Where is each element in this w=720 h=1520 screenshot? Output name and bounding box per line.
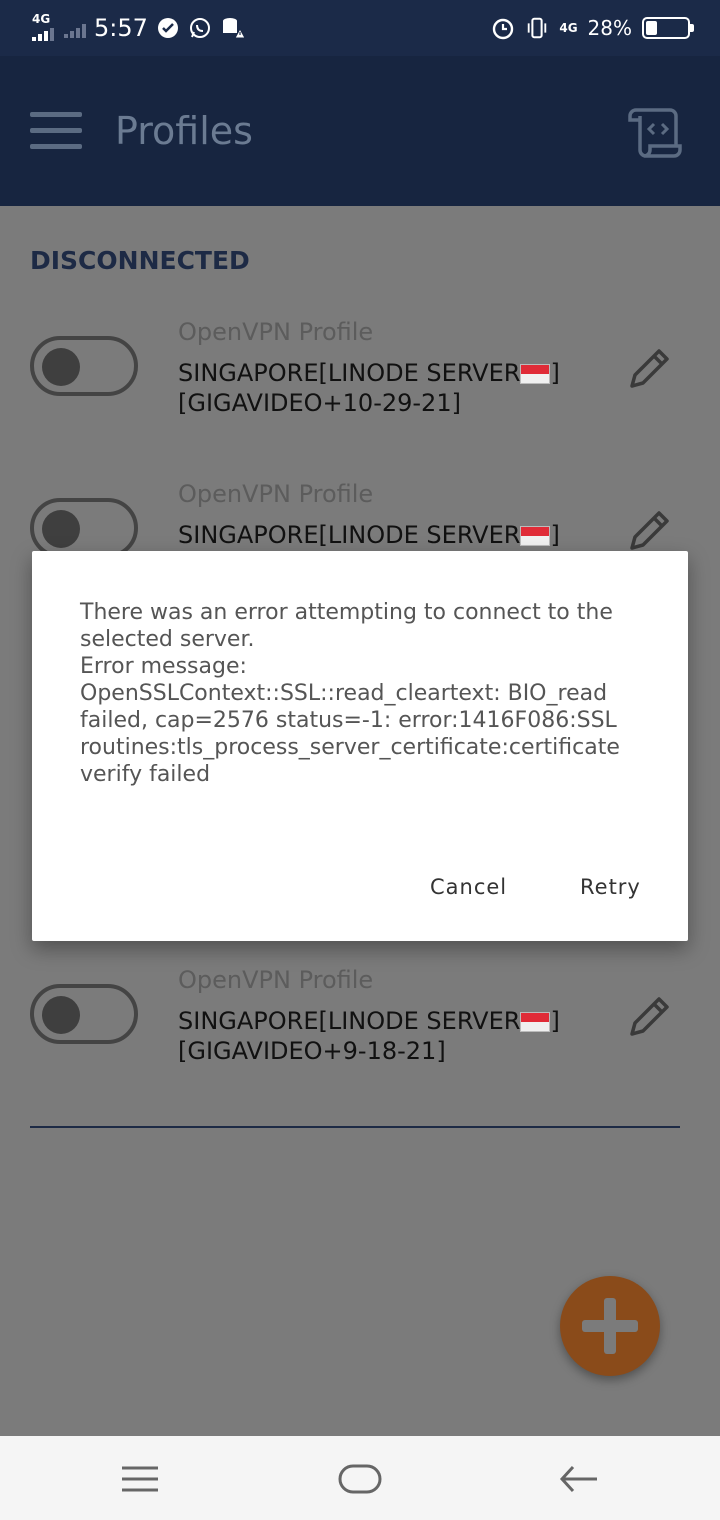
profile-name: SINGAPORE[LINODE SERVER] [GIGAVIDEO+9-18… xyxy=(178,1006,598,1066)
singapore-flag-icon xyxy=(520,364,551,384)
singapore-flag-icon xyxy=(520,1012,551,1032)
status-right: 4G 28% xyxy=(491,10,694,46)
profile-item[interactable]: OpenVPN Profile SINGAPORE[LINODE SERVER]… xyxy=(0,964,720,1066)
whatsapp-icon xyxy=(188,16,212,40)
profile-name-line1-end: ] xyxy=(550,359,560,387)
status-bar: 4G 5:57 4G 28% xyxy=(0,0,720,56)
profile-name-line1-end: ] xyxy=(550,521,560,549)
connection-status-title: DISCONNECTED xyxy=(30,246,250,275)
list-divider xyxy=(30,1126,680,1128)
edit-icon[interactable] xyxy=(624,344,674,394)
profile-type: OpenVPN Profile xyxy=(178,480,374,508)
import-profile-icon[interactable] xyxy=(628,106,684,160)
network-type-label: 4G xyxy=(32,12,51,26)
page-title: Profiles xyxy=(115,109,253,153)
edit-icon[interactable] xyxy=(624,506,674,556)
battery-percentage: 28% xyxy=(587,16,632,40)
profile-name: SINGAPORE[LINODE SERVER] [GIGAVIDEO+10-2… xyxy=(178,358,598,418)
profile-toggle[interactable] xyxy=(30,984,138,1044)
status-left: 4G 5:57 xyxy=(30,10,244,46)
navigation-bar xyxy=(0,1436,720,1520)
cancel-button[interactable]: Cancel xyxy=(430,875,507,899)
retry-button[interactable]: Retry xyxy=(580,875,641,899)
error-message: There was an error attempting to connect… xyxy=(80,600,620,787)
toggle-knob xyxy=(42,996,80,1034)
profile-toggle[interactable] xyxy=(30,498,138,558)
storage-warning-icon xyxy=(220,16,244,40)
back-icon[interactable] xyxy=(555,1454,605,1504)
vibrate-icon xyxy=(525,16,549,40)
signal-2-icon xyxy=(64,18,86,38)
profile-name: SINGAPORE[LINODE SERVER] xyxy=(178,520,598,550)
edit-icon[interactable] xyxy=(624,992,674,1042)
status-time: 5:57 xyxy=(94,14,148,42)
profile-name-line2: [GIGAVIDEO+10-29-21] xyxy=(178,389,461,417)
toggle-knob xyxy=(42,510,80,548)
toggle-knob xyxy=(42,348,80,386)
profile-name-line1: SINGAPORE[LINODE SERVER xyxy=(178,521,521,549)
profile-type: OpenVPN Profile xyxy=(178,318,374,346)
add-profile-button[interactable] xyxy=(560,1276,660,1376)
battery-icon xyxy=(642,17,694,39)
profile-type: OpenVPN Profile xyxy=(178,966,374,994)
recent-apps-icon[interactable] xyxy=(115,1454,165,1504)
profile-item[interactable]: OpenVPN Profile SINGAPORE[LINODE SERVER]… xyxy=(0,316,720,418)
profile-name-line1-end: ] xyxy=(550,1007,560,1035)
error-dialog: There was an error attempting to connect… xyxy=(32,551,688,941)
signal-icon: 4G xyxy=(30,13,56,43)
home-icon[interactable] xyxy=(335,1454,385,1504)
app-bar: Profiles xyxy=(0,56,720,206)
network-type-label-right: 4G xyxy=(559,21,578,35)
menu-icon[interactable] xyxy=(30,112,82,150)
profile-name-line1: SINGAPORE[LINODE SERVER xyxy=(178,1007,521,1035)
alarm-icon xyxy=(491,16,515,40)
profile-name-line2: [GIGAVIDEO+9-18-21] xyxy=(178,1037,446,1065)
profile-name-line1: SINGAPORE[LINODE SERVER xyxy=(178,359,521,387)
profile-toggle[interactable] xyxy=(30,336,138,396)
singapore-flag-icon xyxy=(520,526,551,546)
check-circle-icon xyxy=(156,16,180,40)
